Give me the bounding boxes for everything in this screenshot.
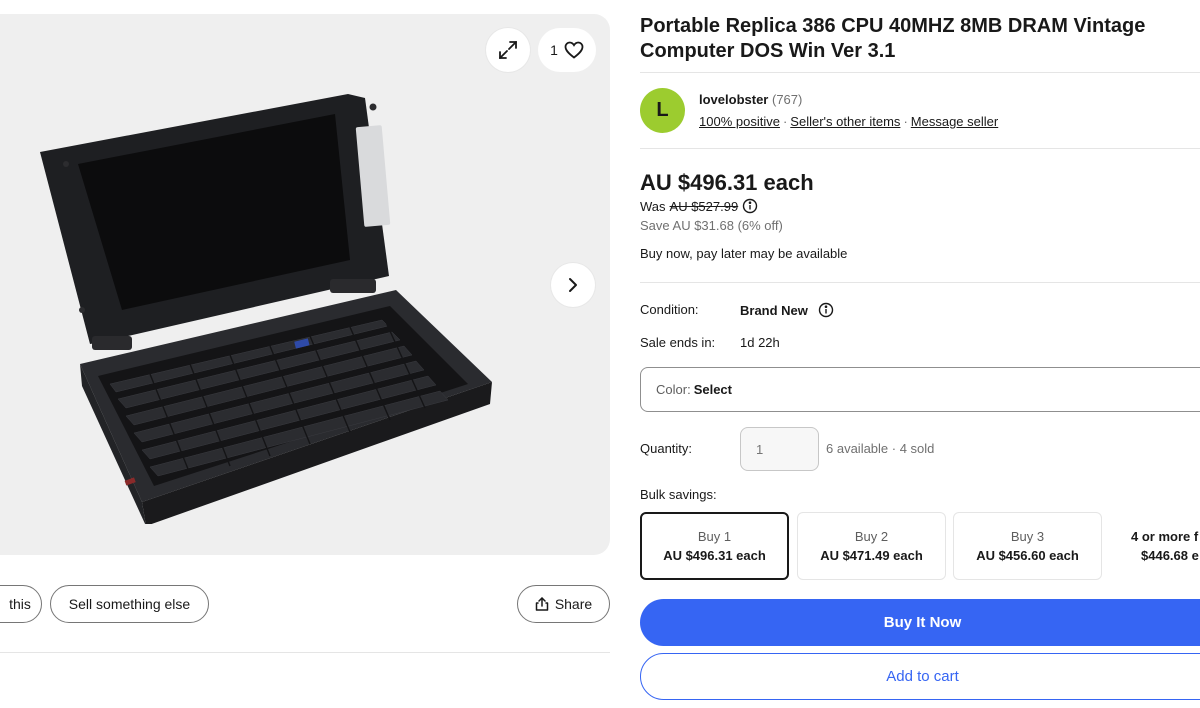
divider bbox=[640, 282, 1200, 283]
share-icon bbox=[535, 597, 549, 611]
quantity-label: Quantity: bbox=[640, 441, 693, 456]
chevron-right-icon bbox=[569, 278, 577, 292]
bulk-option-buy-4-plus[interactable]: 4 or more f $446.68 e bbox=[1110, 512, 1200, 580]
bulk-option-qty: Buy 1 bbox=[697, 529, 732, 544]
positive-feedback-link[interactable]: 100% positive bbox=[699, 114, 780, 129]
seller-other-items-link[interactable]: Seller's other items bbox=[790, 114, 900, 129]
buy-it-now-label: Buy It Now bbox=[883, 614, 962, 631]
color-select[interactable]: Color: Select bbox=[640, 367, 1200, 412]
sale-ends-label: Sale ends in: bbox=[640, 335, 716, 350]
similar-item-button[interactable]: this bbox=[0, 585, 42, 623]
add-to-cart-button[interactable]: Add to cart bbox=[640, 653, 1200, 700]
separator: · bbox=[903, 114, 908, 129]
was-price-line: Was AU $527.99 bbox=[640, 198, 758, 214]
condition-value-group: Brand New bbox=[740, 302, 834, 318]
was-price: AU $527.99 bbox=[669, 198, 739, 214]
seller-feedback-count: (767) bbox=[771, 92, 803, 107]
seller-avatar[interactable]: L bbox=[640, 88, 685, 133]
buy-it-now-button[interactable]: Buy It Now bbox=[640, 599, 1200, 646]
similar-item-label: this bbox=[9, 596, 31, 612]
divider bbox=[0, 652, 610, 653]
bulk-option-buy-3[interactable]: Buy 3 AU $456.60 each bbox=[953, 512, 1102, 580]
product-photo bbox=[40, 94, 492, 524]
watch-count: 1 bbox=[550, 42, 558, 58]
expand-icon bbox=[499, 41, 517, 59]
buy-now-pay-later-text: Buy now, pay later may be available bbox=[640, 246, 848, 261]
condition-label: Condition: bbox=[640, 302, 699, 317]
savings-text: Save AU $31.68 (6% off) bbox=[640, 218, 783, 233]
bulk-option-buy-2[interactable]: Buy 2 AU $471.49 each bbox=[797, 512, 946, 580]
add-to-cart-label: Add to cart bbox=[886, 668, 959, 685]
sale-ends-value: 1d 22h bbox=[740, 335, 780, 350]
share-label: Share bbox=[554, 596, 593, 612]
watch-button[interactable]: 1 bbox=[538, 28, 596, 72]
bulk-option-price: $446.68 e bbox=[1141, 548, 1199, 563]
bulk-option-price: AU $456.60 each bbox=[976, 548, 1079, 563]
item-title: Portable Replica 386 CPU 40MHZ 8MB DRAM … bbox=[640, 15, 1146, 62]
bulk-option-qty: 4 or more f bbox=[1131, 529, 1199, 544]
message-seller-link[interactable]: Message seller bbox=[911, 114, 998, 129]
was-label: Was bbox=[640, 198, 666, 214]
sell-something-else-label: Sell something else bbox=[68, 596, 191, 612]
item-price: AU $496.31 each bbox=[640, 170, 814, 195]
bulk-option-qty: Buy 2 bbox=[854, 529, 889, 544]
sell-something-else-button[interactable]: Sell something else bbox=[50, 585, 209, 623]
quantity-availability: 6 available · 4 sold bbox=[826, 441, 935, 456]
bulk-option-qty: Buy 3 bbox=[1010, 529, 1045, 544]
next-image-button[interactable] bbox=[551, 263, 595, 307]
separator: · bbox=[782, 114, 788, 129]
image-gallery: 1 bbox=[0, 14, 610, 555]
condition-value: Brand New bbox=[740, 302, 808, 318]
expand-image-button[interactable] bbox=[486, 28, 530, 72]
quantity-input[interactable] bbox=[740, 427, 819, 471]
divider bbox=[640, 72, 1200, 73]
divider bbox=[640, 148, 1200, 149]
bulk-option-price: AU $471.49 each bbox=[820, 548, 923, 563]
bulk-savings-label: Bulk savings: bbox=[640, 487, 717, 502]
seller-links: 100% positive · Seller's other items · Messa… bbox=[699, 114, 998, 129]
seller-info: lovelobster (767) bbox=[699, 92, 802, 107]
info-icon[interactable] bbox=[818, 302, 834, 318]
seller-name[interactable]: lovelobster bbox=[699, 92, 768, 107]
heart-icon bbox=[564, 41, 584, 59]
info-icon[interactable] bbox=[742, 198, 758, 214]
bulk-option-buy-1[interactable]: Buy 1 AU $496.31 each bbox=[640, 512, 789, 580]
share-button[interactable]: Share bbox=[517, 585, 610, 623]
bulk-option-price: AU $496.31 each bbox=[663, 548, 766, 563]
color-select-label: Color: bbox=[656, 382, 691, 397]
color-select-value: Select bbox=[693, 382, 732, 397]
